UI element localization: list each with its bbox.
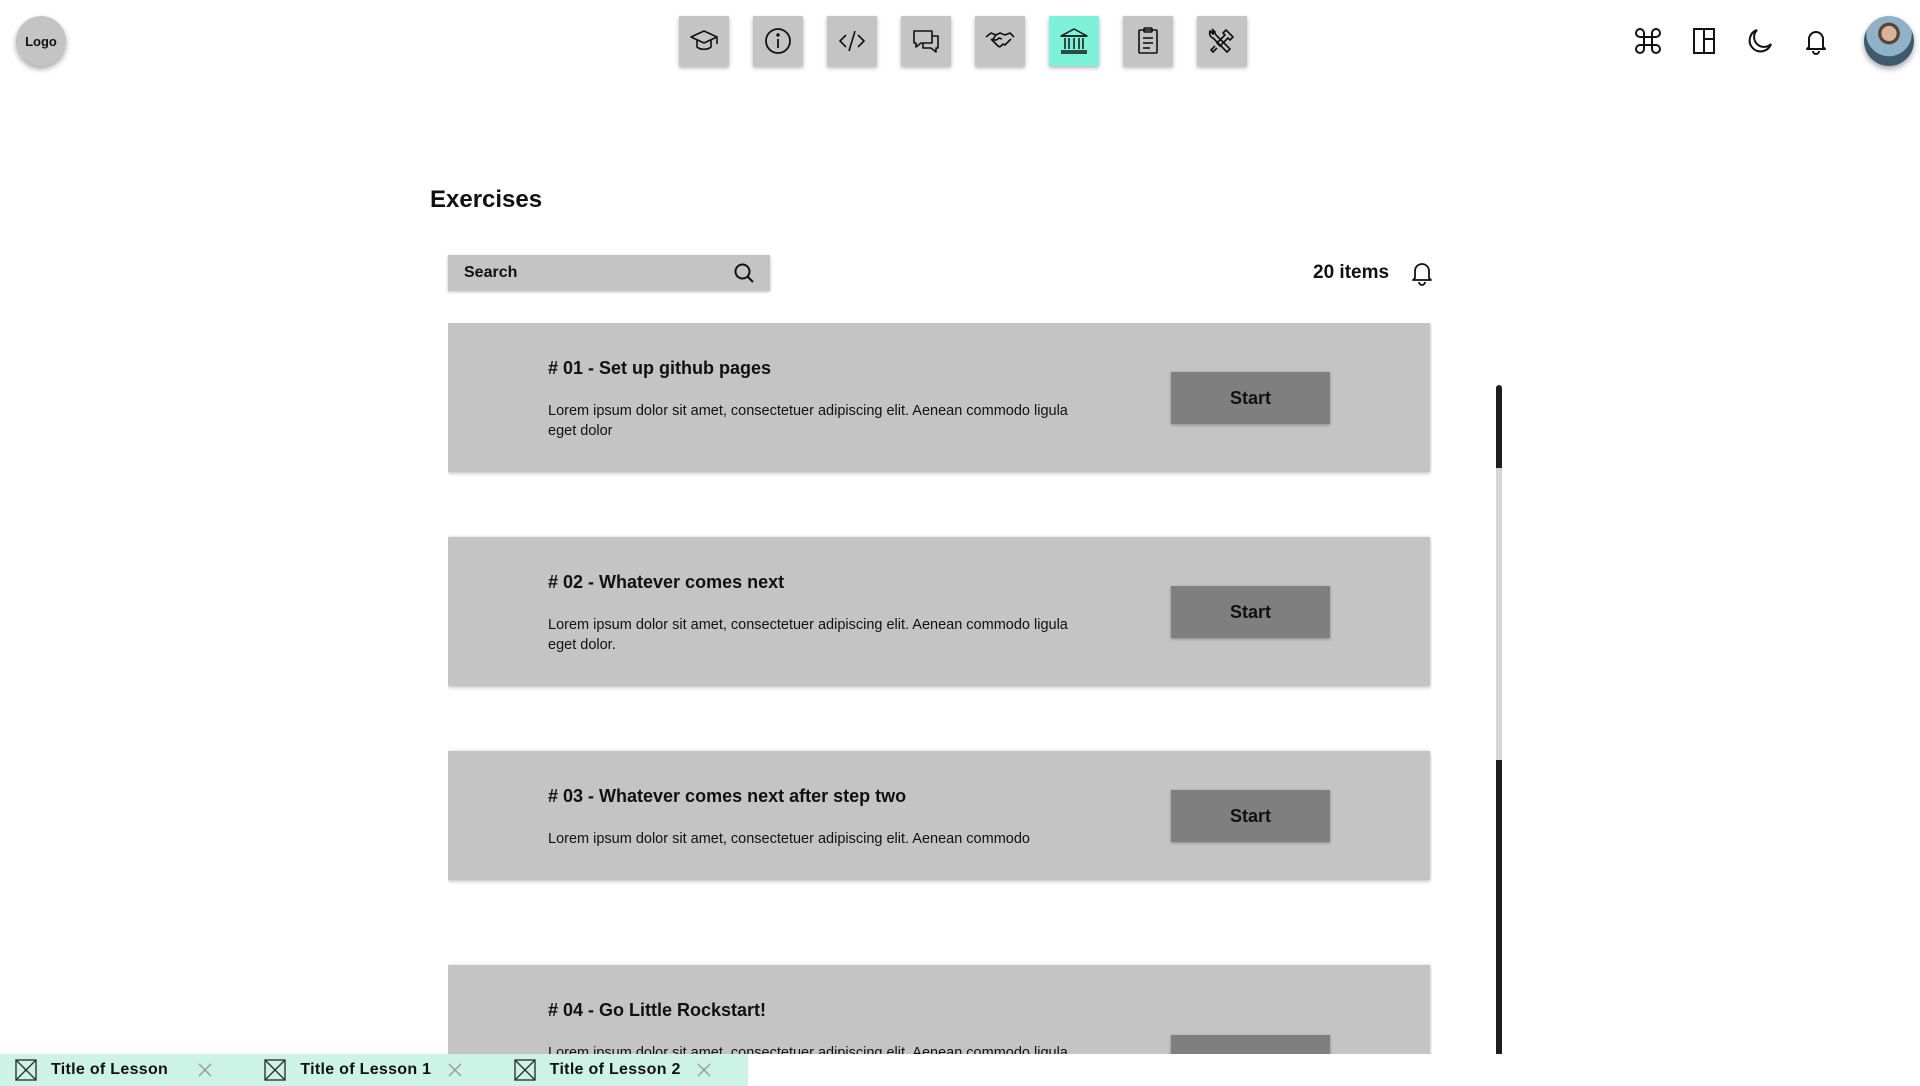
lesson-tab-label: Title of Lesson 2	[549, 1061, 681, 1078]
user-avatar[interactable]	[1864, 16, 1914, 66]
start-button[interactable]: Start	[1171, 790, 1330, 842]
chat-icon	[913, 30, 939, 53]
close-icon[interactable]	[447, 1062, 463, 1078]
header-actions	[1632, 22, 1832, 60]
image-placeholder-icon	[264, 1059, 287, 1081]
scrollbar-thumb[interactable]	[1496, 468, 1502, 760]
moon-icon	[1748, 29, 1772, 53]
image-placeholder-icon	[15, 1059, 37, 1081]
exercise-title: # 04 - Go Little Rockstart!	[548, 1000, 767, 1020]
lesson-tab-bar: Title of Lesson Title of Lesson 1 Title …	[0, 1054, 748, 1086]
lesson-tab-label: Title of Lesson	[51, 1061, 169, 1078]
tools-icon	[1208, 28, 1234, 53]
command-icon	[1635, 28, 1661, 54]
graduation-cap-icon	[690, 30, 718, 51]
search-input[interactable]	[464, 264, 732, 282]
exercise-card: # 02 - Whatever comes next Lorem ipsum d…	[448, 537, 1430, 686]
exercise-card: # 01 - Set up github pages Lorem ipsum d…	[448, 323, 1430, 472]
search-icon[interactable]	[732, 261, 756, 285]
command-button[interactable]	[1632, 22, 1664, 60]
page-title: Exercises	[430, 186, 543, 213]
start-button[interactable]: Start	[1171, 586, 1330, 638]
institution-icon	[1060, 28, 1088, 54]
nav-courses-button[interactable]	[679, 16, 729, 66]
exercise-description: Lorem ipsum dolor sit amet, consectetuer…	[548, 831, 1030, 847]
nav-chat-button[interactable]	[901, 16, 951, 66]
exercise-list[interactable]: # 01 - Set up github pages Lorem ipsum d…	[448, 323, 1432, 1054]
lesson-tab-label: Title of Lesson 1	[300, 1061, 432, 1078]
nav-institution-button[interactable]	[1049, 16, 1099, 66]
exercise-title: # 03 - Whatever comes next after step tw…	[548, 786, 907, 806]
item-count: 20 items	[1313, 262, 1390, 283]
nav-tools-button[interactable]	[1197, 16, 1247, 66]
close-icon[interactable]	[197, 1062, 213, 1078]
clipboard-icon	[1138, 27, 1158, 54]
exercise-description: Lorem ipsum dolor sit amet, consectetuer…	[548, 1045, 1068, 1054]
top-navigation	[679, 16, 1247, 66]
nav-info-button[interactable]	[753, 16, 803, 66]
bell-icon	[1806, 31, 1826, 55]
lesson-tab[interactable]: Title of Lesson	[0, 1054, 249, 1086]
start-button[interactable]: Start	[1171, 1035, 1330, 1054]
layout-icon	[1693, 28, 1715, 54]
lesson-tab[interactable]: Title of Lesson 1	[249, 1054, 498, 1086]
exercise-card: # 03 - Whatever comes next after step tw…	[448, 751, 1430, 880]
nav-notes-button[interactable]	[1123, 16, 1173, 66]
exercise-description: Lorem ipsum dolor sit amet, consectetuer…	[548, 617, 1068, 653]
nav-partners-button[interactable]	[975, 16, 1025, 66]
notifications-button[interactable]	[1800, 22, 1832, 60]
logo-text: Logo	[25, 33, 57, 49]
info-icon	[765, 28, 791, 54]
start-button[interactable]: Start	[1171, 372, 1330, 424]
lesson-tab[interactable]: Title of Lesson 2	[499, 1054, 748, 1086]
exercise-title: # 01 - Set up github pages	[548, 358, 772, 378]
code-icon	[838, 30, 866, 52]
exercise-description: Lorem ipsum dolor sit amet, consectetuer…	[548, 403, 1068, 439]
close-icon[interactable]	[696, 1062, 712, 1078]
logo[interactable]: Logo	[16, 16, 66, 66]
handshake-icon	[985, 32, 1015, 48]
nav-code-button[interactable]	[827, 16, 877, 66]
exercise-title: # 02 - Whatever comes next	[548, 572, 785, 592]
layout-button[interactable]	[1688, 22, 1720, 60]
exercise-card: # 04 - Go Little Rockstart! Lorem ipsum …	[448, 965, 1430, 1054]
theme-toggle[interactable]	[1744, 22, 1776, 60]
image-placeholder-icon	[513, 1059, 536, 1081]
search-box	[448, 255, 770, 291]
bell-icon[interactable]	[1407, 258, 1437, 288]
